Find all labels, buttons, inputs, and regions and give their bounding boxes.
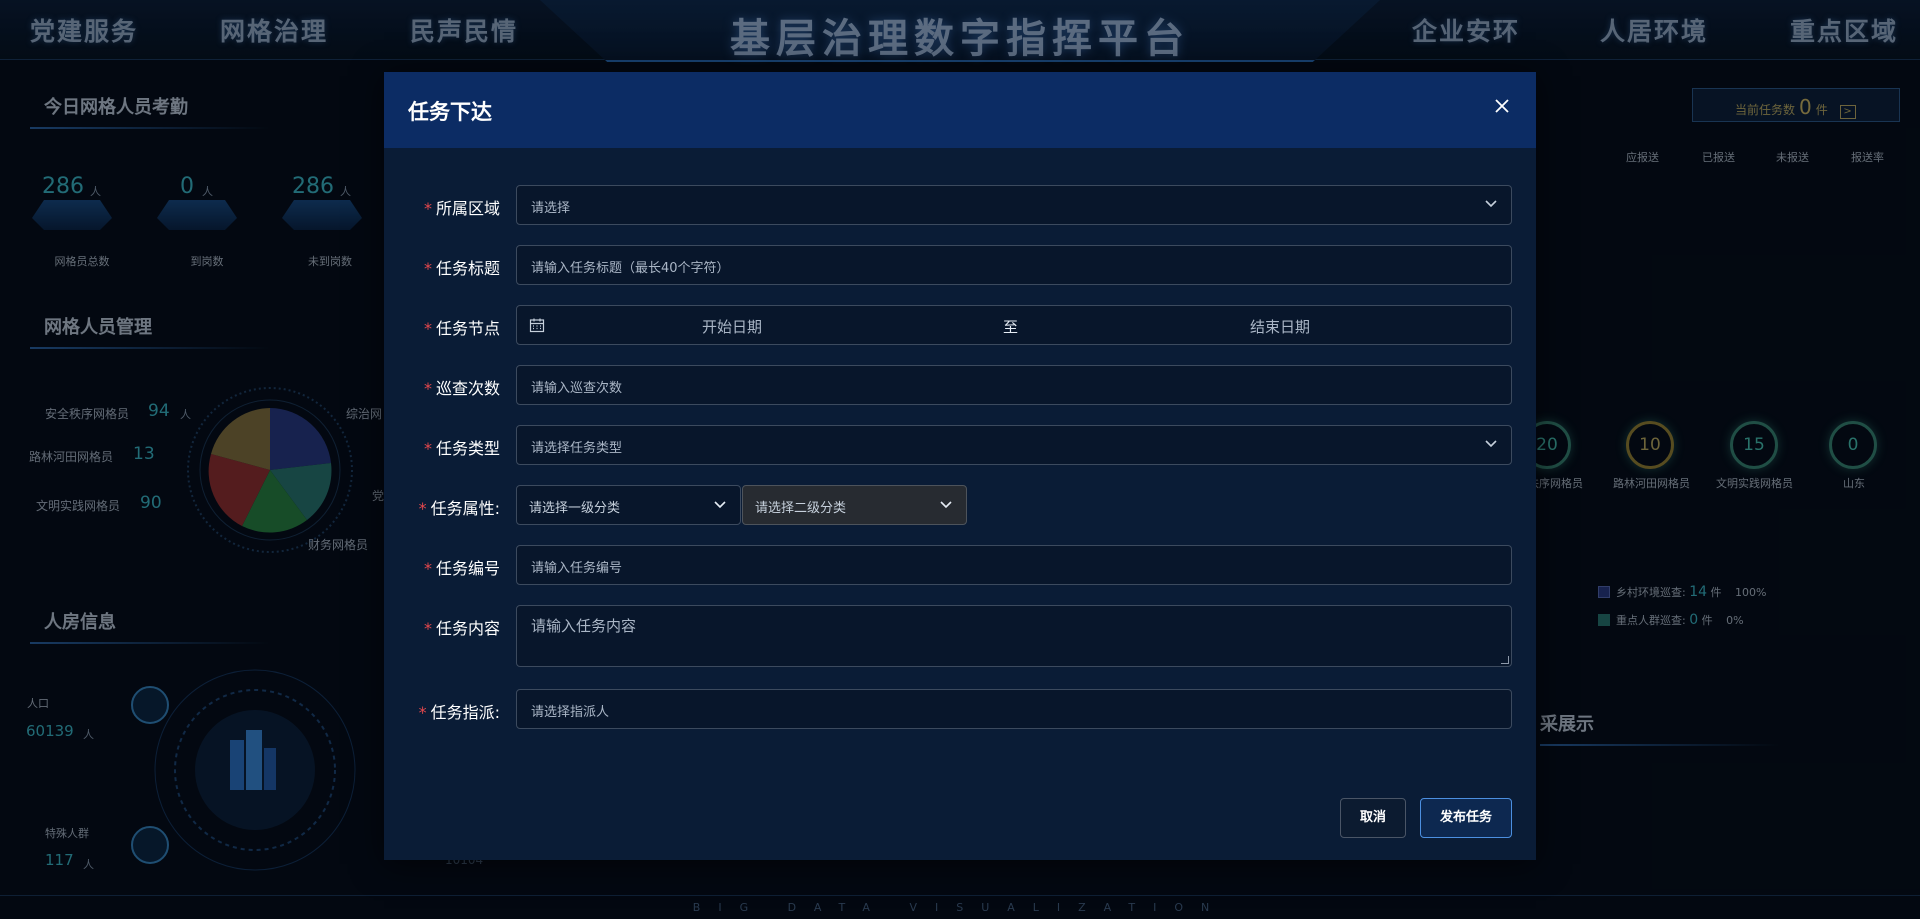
- assignee-label: * 任务指派:: [384, 699, 500, 723]
- task-content-row: * 任务内容 请输入任务内容: [384, 605, 1536, 667]
- cancel-button[interactable]: 取消: [1340, 798, 1406, 838]
- close-icon[interactable]: [1488, 92, 1516, 120]
- required-mark: *: [423, 619, 432, 638]
- chevron-down-icon: [940, 501, 952, 509]
- assignee-row: * 任务指派: 请选择指派人: [384, 689, 1536, 729]
- assignee-placeholder: 请选择指派人: [531, 705, 610, 720]
- chevron-down-icon: [714, 501, 726, 509]
- region-select[interactable]: 请选择: [516, 185, 1512, 225]
- patrol-count-placeholder: 请输入巡查次数: [531, 381, 623, 396]
- level2-category-select[interactable]: 请选择二级分类: [742, 485, 967, 525]
- task-attr-row: * 任务属性: 请选择一级分类 请选择二级分类: [384, 485, 1536, 525]
- required-mark: *: [423, 259, 432, 278]
- task-content-label-text: 任务内容: [435, 619, 500, 638]
- region-row: * 所属区域 请选择: [384, 185, 1536, 225]
- task-code-label-text: 任务编号: [435, 559, 500, 578]
- task-node-label-text: 任务节点: [435, 319, 500, 338]
- task-code-label: * 任务编号: [384, 555, 500, 579]
- task-attr-label-text: 任务属性:: [430, 499, 500, 518]
- level2-placeholder: 请选择二级分类: [755, 501, 847, 516]
- task-code-row: * 任务编号 请输入任务编号: [384, 545, 1536, 585]
- task-title-row: * 任务标题 请输入任务标题（最长40个字符）: [384, 245, 1536, 285]
- assignee-label-text: 任务指派:: [430, 703, 500, 722]
- patrol-count-row: * 巡查次数 请输入巡查次数: [384, 365, 1536, 405]
- required-mark: *: [423, 379, 432, 398]
- patrol-count-label: * 巡查次数: [384, 375, 500, 399]
- required-mark: *: [423, 439, 432, 458]
- end-date-input[interactable]: 结束日期: [1250, 316, 1310, 337]
- task-type-select[interactable]: 请选择任务类型: [516, 425, 1512, 465]
- task-code-input[interactable]: 请输入任务编号: [516, 545, 1512, 585]
- task-content-textarea[interactable]: 请输入任务内容: [516, 605, 1512, 667]
- patrol-count-input[interactable]: 请输入巡查次数: [516, 365, 1512, 405]
- task-title-input[interactable]: 请输入任务标题（最长40个字符）: [516, 245, 1512, 285]
- task-type-placeholder: 请选择任务类型: [531, 441, 623, 456]
- task-code-placeholder: 请输入任务编号: [531, 561, 623, 576]
- patrol-count-label-text: 巡查次数: [435, 379, 500, 398]
- task-attr-label: * 任务属性:: [384, 495, 500, 519]
- task-content-placeholder: 请输入任务内容: [531, 617, 637, 635]
- required-mark: *: [418, 499, 427, 518]
- level1-category-select[interactable]: 请选择一级分类: [516, 485, 741, 525]
- chevron-down-icon: [1485, 200, 1497, 208]
- required-mark: *: [423, 559, 432, 578]
- calendar-icon: [529, 318, 545, 333]
- start-date-input[interactable]: 开始日期: [702, 316, 762, 337]
- task-type-label: * 任务类型: [384, 435, 500, 459]
- required-mark: *: [423, 199, 432, 218]
- task-type-row: * 任务类型 请选择任务类型: [384, 425, 1536, 465]
- task-node-label: * 任务节点: [384, 315, 500, 339]
- task-dialog: 任务下达 * 所属区域 请选择 * 任务标题 请输入任务标题（最长40个字符） * 任…: [384, 72, 1536, 860]
- region-label: * 所属区域: [384, 195, 500, 219]
- required-mark: *: [423, 319, 432, 338]
- task-node-row: * 任务节点 开始日期 至 结束日期: [384, 305, 1536, 345]
- task-type-label-text: 任务类型: [435, 439, 500, 458]
- assignee-select[interactable]: 请选择指派人: [516, 689, 1512, 729]
- resize-handle-icon[interactable]: [1501, 656, 1509, 664]
- task-content-label: * 任务内容: [384, 615, 500, 639]
- level1-placeholder: 请选择一级分类: [529, 501, 621, 516]
- publish-task-button[interactable]: 发布任务: [1420, 798, 1512, 838]
- chevron-down-icon: [1485, 440, 1497, 448]
- task-title-placeholder: 请输入任务标题（最长40个字符）: [531, 261, 730, 276]
- date-separator: 至: [1003, 318, 1019, 336]
- task-title-label: * 任务标题: [384, 255, 500, 279]
- date-range-picker[interactable]: 开始日期 至 结束日期: [516, 305, 1512, 345]
- dialog-title: 任务下达: [408, 100, 492, 124]
- region-label-text: 所属区域: [435, 199, 500, 218]
- required-mark: *: [418, 703, 427, 722]
- dialog-header: 任务下达: [384, 72, 1536, 148]
- region-placeholder: 请选择: [531, 201, 571, 216]
- task-title-label-text: 任务标题: [435, 259, 500, 278]
